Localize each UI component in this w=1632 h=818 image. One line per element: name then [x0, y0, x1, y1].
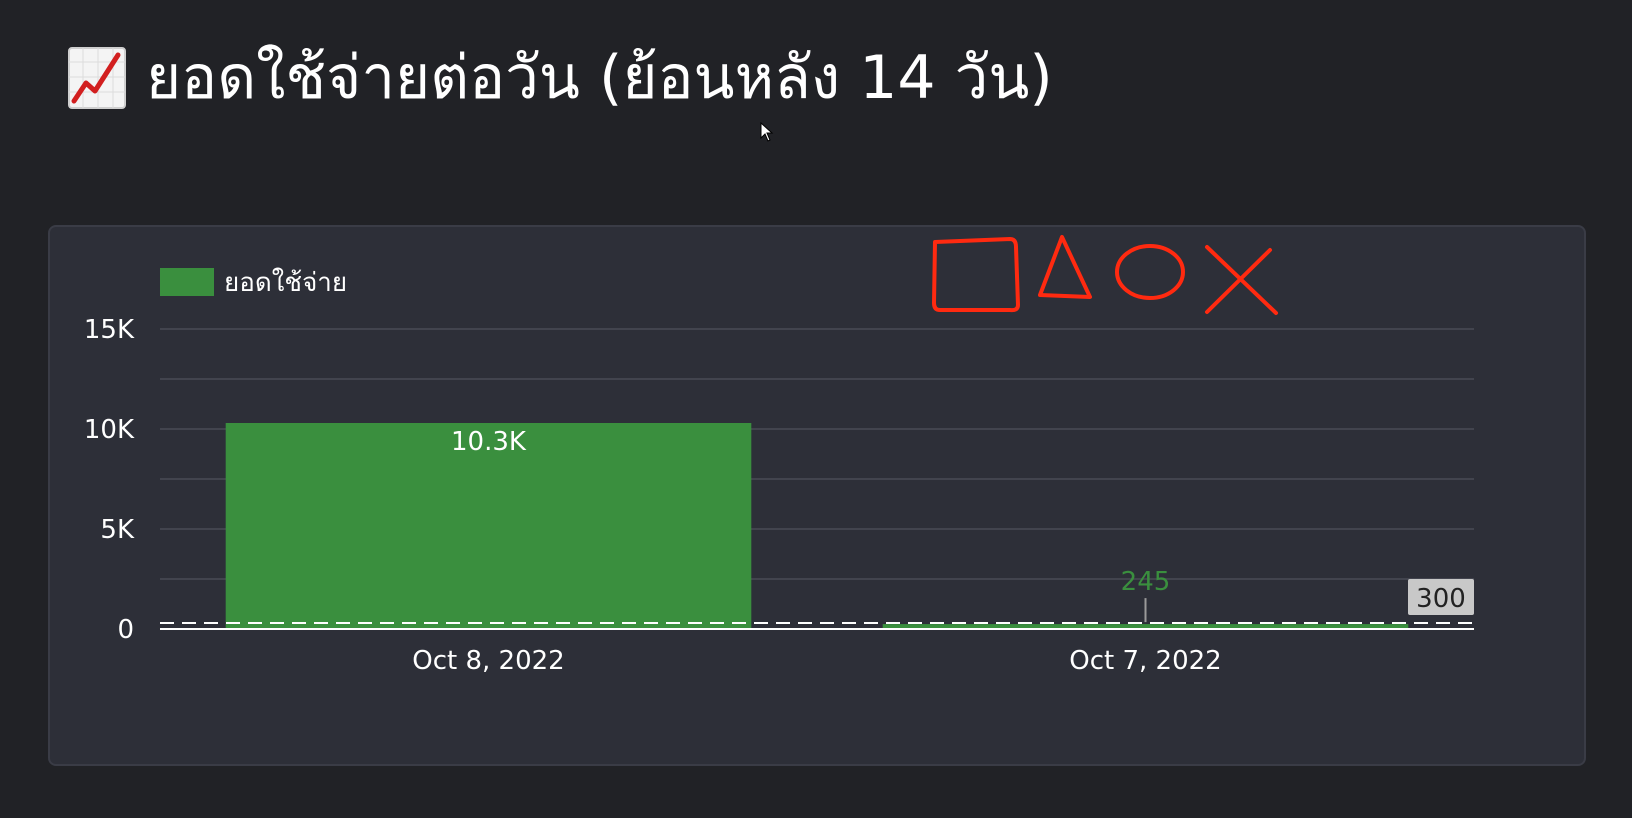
chart-svg: 300 0 5K 10K 15K Oct 8, 2022 Oct 7, 2022 10.3…: [84, 235, 1474, 676]
reference-label: 300: [1416, 584, 1466, 614]
y-tick-label: 15K: [84, 315, 135, 345]
data-label: 245: [1121, 567, 1171, 597]
annotation-square: [932, 237, 1020, 313]
mouse-cursor-icon: [760, 122, 774, 142]
legend-swatch: [160, 268, 214, 296]
x-tick-label: Oct 8, 2022: [412, 646, 564, 676]
annotation-x-stroke-2: [1205, 248, 1272, 314]
page-title: ยอดใช้จ่ายต่อวัน (ย้อนหลัง 14 วัน): [68, 30, 1053, 125]
annotation-triangle: [1038, 235, 1092, 299]
annotation-circle: [1115, 244, 1185, 300]
page-title-text: ยอดใช้จ่ายต่อวัน (ย้อนหลัง 14 วัน): [146, 43, 1053, 113]
chart-card: 300 0 5K 10K 15K Oct 8, 2022 Oct 7, 2022 10.3…: [48, 225, 1586, 766]
chart-increasing-icon: [68, 46, 126, 109]
y-tick-label: 10K: [84, 415, 135, 445]
hand-drawn-annotations: [932, 235, 1278, 315]
data-label: 10.3K: [451, 427, 527, 457]
x-tick-label: Oct 7, 2022: [1069, 646, 1221, 676]
legend-label: ยอดใช้จ่าย: [224, 268, 347, 298]
y-tick-label: 0: [117, 615, 134, 645]
y-tick-label: 5K: [100, 515, 135, 545]
